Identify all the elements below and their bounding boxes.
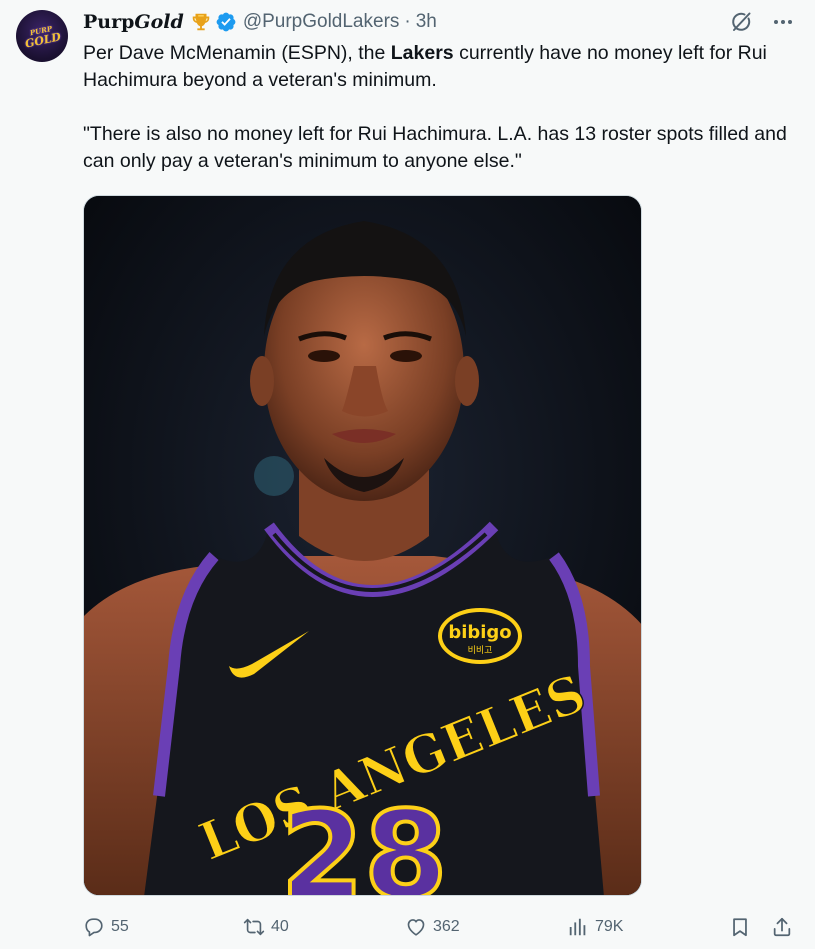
tweet-header: PurpGold @PurpGoldLakers · 3h [83, 10, 437, 34]
grok-icon[interactable] [729, 10, 753, 34]
bookmark-button[interactable] [729, 912, 751, 942]
timestamp[interactable]: 3h [416, 11, 437, 33]
header-actions [729, 10, 795, 34]
sponsor-logo-text: bibigo [448, 622, 511, 643]
display-name[interactable]: PurpGold [83, 11, 184, 33]
separator-dot: · [404, 11, 411, 32]
avatar-logo: PURP GOLD [22, 22, 62, 51]
like-button[interactable]: 362 [405, 912, 460, 942]
repost-count: 40 [271, 918, 289, 935]
heart-icon [407, 919, 425, 936]
jersey-number: 28 [281, 787, 448, 896]
reply-button[interactable]: 55 [83, 912, 129, 942]
views-icon [569, 918, 586, 936]
player-photo: bibigo 비비고 LOS ANGELES 28 [84, 196, 641, 896]
reply-icon [85, 918, 103, 937]
tweet-quote: "There is also no money left for Rui Hac… [83, 123, 787, 172]
tweet-text-part1: Per Dave McMenamin (ESPN), the [83, 42, 391, 64]
more-icon[interactable] [771, 10, 795, 34]
like-count: 362 [433, 918, 460, 935]
share-icon [773, 917, 791, 937]
trophy-icon [192, 13, 210, 31]
tweet-text: Per Dave McMenamin (ESPN), the Lakers cu… [83, 40, 793, 175]
bookmark-icon [733, 918, 747, 937]
tweet-photo[interactable]: bibigo 비비고 LOS ANGELES 28 [83, 195, 642, 896]
views-button[interactable]: 79K [567, 912, 623, 942]
verified-badge-icon[interactable] [215, 11, 237, 33]
share-button[interactable] [771, 912, 793, 942]
repost-icon [243, 918, 265, 936]
tweet-paragraph-1: Per Dave McMenamin (ESPN), the Lakers cu… [83, 40, 793, 94]
reply-count: 55 [111, 918, 129, 935]
display-name-part2: Gold [134, 11, 184, 33]
repost-button[interactable]: 40 [243, 912, 289, 942]
views-count: 79K [595, 918, 624, 935]
avatar[interactable]: PURP GOLD [16, 10, 68, 62]
tweet[interactable]: PURP GOLD PurpGold @PurpGoldLakers · 3h … [0, 0, 815, 949]
display-name-part1: Purp [83, 11, 135, 33]
sponsor-logo-subtext: 비비고 [468, 645, 493, 656]
tweet-actions: 55 40 362 79K [83, 912, 795, 942]
handle[interactable]: @PurpGoldLakers [243, 11, 400, 33]
tweet-text-bold: Lakers [390, 42, 454, 64]
